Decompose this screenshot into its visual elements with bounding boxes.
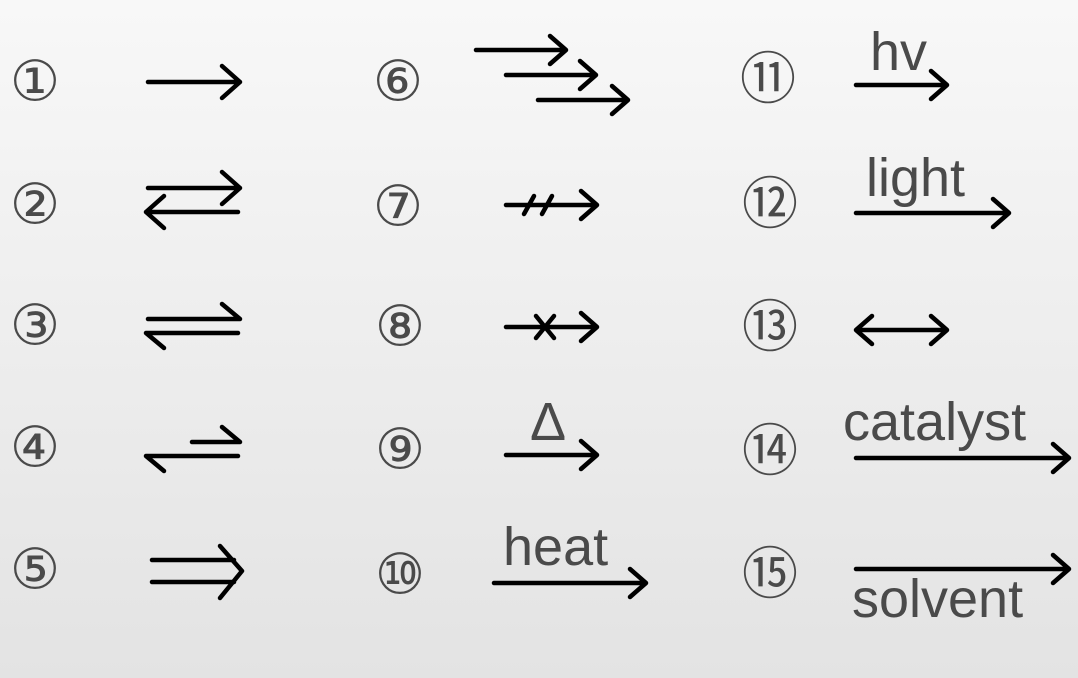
number-12: ⑫ <box>742 173 798 238</box>
hv-label: hv <box>870 22 927 82</box>
reaction-arrow-icon <box>145 63 243 101</box>
resonance-arrow-icon <box>853 313 950 347</box>
heat-label: heat <box>503 517 608 577</box>
number-9: ⑨ <box>375 418 425 483</box>
number-14: ⑭ <box>742 420 798 485</box>
number-8: ⑧ <box>375 295 425 360</box>
number-10: ⑩ <box>375 543 425 608</box>
catalyst-label: catalyst <box>843 392 1026 452</box>
delta-label: Δ <box>530 392 566 452</box>
number-15: ⑮ <box>742 543 798 608</box>
equilibrium-reverse-icon <box>143 424 243 474</box>
multistep-arrows-icon <box>473 33 631 117</box>
double-arrow-icon <box>149 543 245 601</box>
crossed-arrow-icon <box>503 310 600 344</box>
arrow-chart: ① ② ③ ④ ⑤ ⑥ ⑦ ⑧ ⑨ ⑩ ⑪ ⑫ ⑬ ⑭ ⑮ Δ heat hv … <box>10 22 1072 629</box>
number-2: ② <box>10 173 60 238</box>
reversible-arrows-icon <box>143 169 243 231</box>
number-5: ⑤ <box>10 538 60 603</box>
number-4: ④ <box>10 416 60 481</box>
number-6: ⑥ <box>373 50 423 115</box>
number-11: ⑪ <box>740 48 796 113</box>
light-label: light <box>866 148 965 208</box>
slashed-arrow-icon <box>503 188 600 222</box>
solvent-label: solvent <box>852 569 1023 629</box>
equilibrium-harpoons-icon <box>143 301 243 351</box>
number-1: ① <box>10 50 60 115</box>
number-13: ⑬ <box>742 296 798 361</box>
number-3: ③ <box>10 294 60 359</box>
number-7: ⑦ <box>373 175 423 240</box>
